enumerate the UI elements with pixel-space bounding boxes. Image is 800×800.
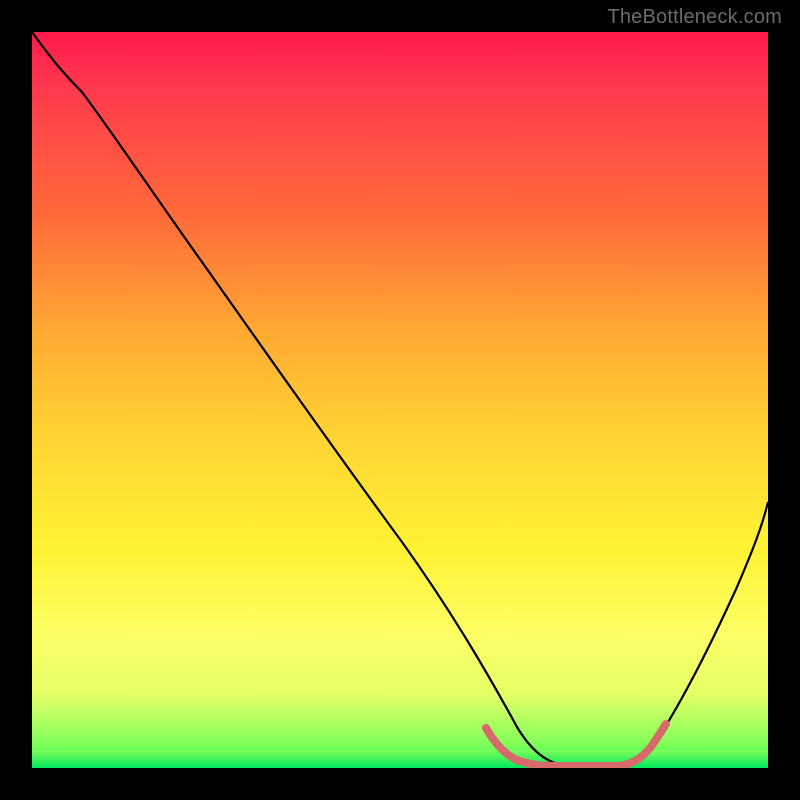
curve-svg xyxy=(32,32,768,768)
chart-frame: TheBottleneck.com xyxy=(0,0,800,800)
valley-highlight xyxy=(486,724,666,766)
bottleneck-curve xyxy=(32,32,768,765)
plot-area xyxy=(32,32,768,768)
watermark-text: TheBottleneck.com xyxy=(607,6,782,29)
